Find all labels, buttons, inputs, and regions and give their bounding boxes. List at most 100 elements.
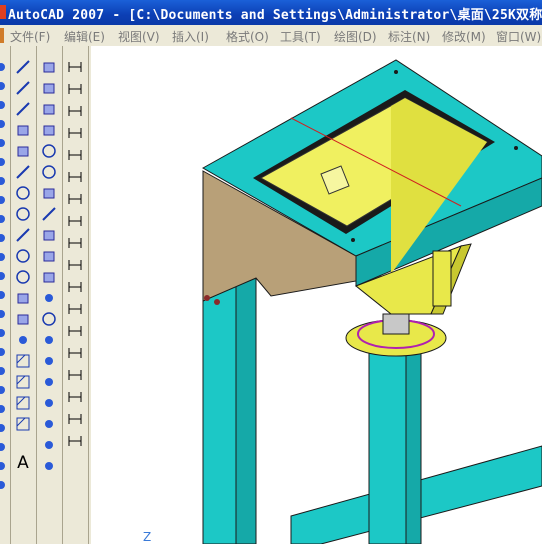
ordinate-dim-icon[interactable] — [66, 124, 84, 142]
gradient-icon[interactable] — [14, 373, 32, 391]
walk-icon[interactable] — [40, 352, 58, 370]
angular-dim-icon[interactable] — [66, 212, 84, 230]
menu-file[interactable]: 文件(F) — [10, 28, 50, 45]
revision-cloud-icon[interactable] — [14, 205, 32, 223]
properties-icon[interactable] — [0, 267, 10, 285]
move-icon[interactable] — [0, 58, 10, 76]
menu-window[interactable]: 窗口(W) — [496, 28, 541, 45]
cone-icon[interactable] — [40, 100, 58, 118]
mirror-icon[interactable] — [0, 343, 10, 361]
layer-icon[interactable] — [0, 286, 10, 304]
dim-text-edit-icon[interactable] — [66, 388, 84, 406]
extrude-icon[interactable] — [40, 247, 58, 265]
continue-dim-icon[interactable] — [66, 278, 84, 296]
hatch-icon[interactable] — [14, 352, 32, 370]
make-block-icon[interactable] — [14, 310, 32, 328]
quick-leader-icon[interactable] — [66, 300, 84, 318]
pan-realtime-icon[interactable] — [40, 394, 58, 412]
zoom-icon[interactable] — [0, 476, 10, 494]
aligned-dim-icon[interactable] — [66, 80, 84, 98]
line-icon[interactable] — [14, 58, 32, 76]
point-icon[interactable] — [14, 331, 32, 349]
fillet-icon[interactable] — [0, 229, 10, 247]
sphere-icon[interactable] — [40, 142, 58, 160]
menu-dimension[interactable]: 标注(N) — [388, 28, 430, 45]
break-icon[interactable] — [0, 172, 10, 190]
wedge-icon[interactable] — [40, 79, 58, 97]
dim-edit-icon[interactable] — [66, 366, 84, 384]
drawing-canvas[interactable]: Z — [91, 46, 542, 544]
circle-icon[interactable] — [14, 184, 32, 202]
menu-draw[interactable]: 绘图(D) — [334, 28, 377, 45]
jogged-dim-icon[interactable] — [66, 168, 84, 186]
menu-insert[interactable]: 插入(I) — [172, 28, 209, 45]
copy-icon[interactable] — [0, 324, 10, 342]
join-icon[interactable] — [0, 191, 10, 209]
cylinder-icon[interactable] — [40, 121, 58, 139]
chamfer-icon[interactable] — [0, 210, 10, 228]
match-icon[interactable] — [0, 305, 10, 323]
center-mark-icon[interactable] — [66, 344, 84, 362]
offset-icon[interactable] — [0, 362, 10, 380]
trim-icon[interactable] — [0, 134, 10, 152]
dim-style-icon[interactable] — [66, 432, 84, 450]
table-icon[interactable] — [14, 415, 32, 433]
ellipse-icon[interactable] — [14, 247, 32, 265]
bolt-icon — [351, 238, 355, 242]
toolbar-divider — [62, 46, 63, 544]
box-icon[interactable] — [40, 58, 58, 76]
orbit-icon[interactable] — [40, 310, 58, 328]
redo-icon[interactable] — [0, 438, 10, 456]
light-icon[interactable] — [40, 415, 58, 433]
menu-tools[interactable]: 工具(T) — [280, 28, 321, 45]
pyramid-icon[interactable] — [40, 184, 58, 202]
rectangle-icon[interactable] — [14, 142, 32, 160]
ellipse-arc-icon[interactable] — [14, 268, 32, 286]
dim-update-icon[interactable] — [66, 410, 84, 428]
helix-icon[interactable] — [40, 205, 58, 223]
polyline-icon[interactable] — [14, 100, 32, 118]
zoom-window-icon[interactable] — [40, 373, 58, 391]
construction-line-icon[interactable] — [14, 79, 32, 97]
footprint-icon[interactable] — [40, 457, 58, 475]
diameter-dim-icon[interactable] — [66, 190, 84, 208]
revolve-icon[interactable] — [40, 268, 58, 286]
polygon-icon[interactable] — [14, 121, 32, 139]
bolt-icon — [204, 295, 210, 301]
erase-icon[interactable] — [0, 400, 10, 418]
actuator-cylinder — [432, 250, 452, 307]
menu-grip-icon[interactable] — [0, 28, 4, 43]
explode-icon[interactable] — [0, 248, 10, 266]
menu-view[interactable]: 视图(V) — [118, 28, 160, 45]
menu-modify[interactable]: 修改(M) — [442, 28, 486, 45]
insert-block-icon[interactable] — [14, 289, 32, 307]
bolt-icon — [394, 70, 398, 74]
camera-icon[interactable] — [40, 289, 58, 307]
torus-icon[interactable] — [40, 163, 58, 181]
radius-dim-icon[interactable] — [66, 146, 84, 164]
quick-dim-icon[interactable] — [66, 234, 84, 252]
pan-icon[interactable] — [0, 457, 10, 475]
linear-dim-icon[interactable] — [66, 58, 84, 76]
rotate-icon[interactable] — [0, 77, 10, 95]
menu-edit[interactable]: 编辑(E) — [64, 28, 105, 45]
extend-icon[interactable] — [0, 153, 10, 171]
left-leg-front — [202, 285, 237, 544]
view-icon[interactable] — [40, 331, 58, 349]
region-icon[interactable] — [14, 394, 32, 412]
autocad-app-icon[interactable] — [0, 5, 6, 19]
undo-icon[interactable] — [0, 419, 10, 437]
arc-icon[interactable] — [14, 163, 32, 181]
array-icon[interactable] — [0, 381, 10, 399]
menu-format[interactable]: 格式(O) — [226, 28, 269, 45]
scale-icon[interactable] — [0, 96, 10, 114]
menu-bar: 文件(F) 编辑(E) 视图(V) 插入(I) 格式(O) 工具(T) 绘图(D… — [0, 25, 542, 47]
tolerance-icon[interactable] — [66, 322, 84, 340]
arc-length-dim-icon[interactable] — [66, 102, 84, 120]
spline-icon[interactable] — [14, 226, 32, 244]
render-icon[interactable] — [40, 436, 58, 454]
stretch-icon[interactable] — [0, 115, 10, 133]
baseline-dim-icon[interactable] — [66, 256, 84, 274]
polysolid-icon[interactable] — [40, 226, 58, 244]
multiline-text-icon[interactable]: A — [14, 453, 32, 473]
